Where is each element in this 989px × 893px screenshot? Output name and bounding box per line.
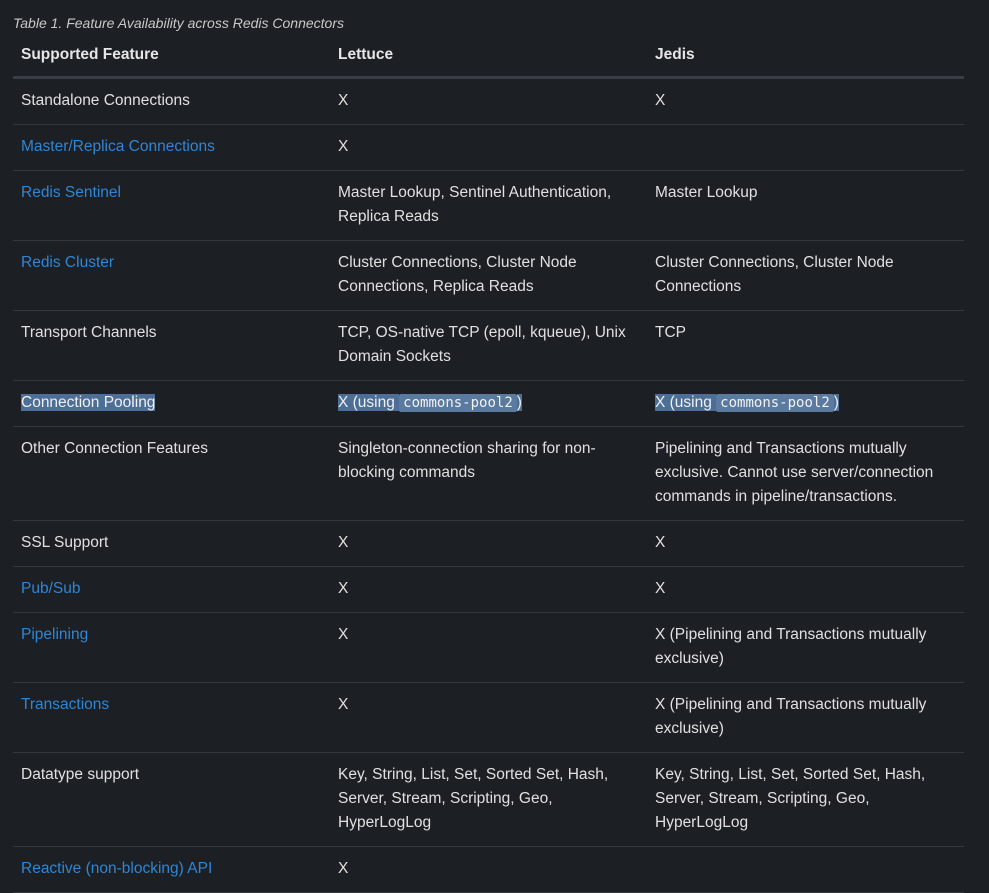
jedis-cell: X bbox=[647, 520, 964, 567]
feature-cell: Reactive (non-blocking) API bbox=[13, 846, 330, 893]
feature-cell: Pipelining bbox=[13, 612, 330, 683]
feature-link-pub-sub[interactable]: Pub/Sub bbox=[21, 580, 80, 597]
feature-cell: Transport Channels bbox=[13, 310, 330, 381]
lettuce-prefix: X (using bbox=[338, 394, 400, 411]
table-row: Master/Replica Connections X bbox=[13, 124, 964, 171]
feature-link-redis-sentinel[interactable]: Redis Sentinel bbox=[21, 184, 121, 201]
table-row-selected: Connection Pooling X (using commons-pool… bbox=[13, 380, 964, 427]
lettuce-cell: X bbox=[330, 846, 647, 893]
feature-cell: Master/Replica Connections bbox=[13, 124, 330, 171]
jedis-cell: X (using commons-pool2) bbox=[647, 380, 964, 427]
feature-label: Datatype support bbox=[21, 766, 140, 783]
table-caption: Table 1. Feature Availability across Red… bbox=[13, 15, 344, 31]
jedis-cell: Pipelining and Transactions mutually exc… bbox=[647, 426, 964, 521]
table-row: SSL Support X X bbox=[13, 520, 964, 567]
table-row: Standalone Connections X X bbox=[13, 77, 964, 125]
table-body: Standalone Connections X X Master/Replic… bbox=[13, 77, 964, 893]
feature-cell: Redis Sentinel bbox=[13, 170, 330, 241]
feature-cell: Datatype support bbox=[13, 752, 330, 847]
lettuce-cell: Key, String, List, Set, Sorted Set, Hash… bbox=[330, 752, 647, 847]
table-row: Transactions X X (Pipelining and Transac… bbox=[13, 682, 964, 753]
table-row: Datatype support Key, String, List, Set,… bbox=[13, 752, 964, 847]
feature-label: Transport Channels bbox=[21, 324, 157, 341]
lettuce-cell: X bbox=[330, 77, 647, 125]
feature-cell: Redis Cluster bbox=[13, 240, 330, 311]
feature-link-transactions[interactable]: Transactions bbox=[21, 696, 109, 713]
table-header: Supported Feature Lettuce Jedis bbox=[13, 46, 964, 79]
feature-cell: Pub/Sub bbox=[13, 566, 330, 613]
feature-table-container: Table 1. Feature Availability across Red… bbox=[13, 0, 964, 893]
header-jedis: Jedis bbox=[647, 46, 964, 79]
feature-cell: Transactions bbox=[13, 682, 330, 753]
lettuce-cell: Singleton-connection sharing for non-blo… bbox=[330, 426, 647, 521]
jedis-cell: Cluster Connections, Cluster Node Connec… bbox=[647, 240, 964, 311]
feature-link-redis-cluster[interactable]: Redis Cluster bbox=[21, 254, 114, 271]
lettuce-cell: X bbox=[330, 520, 647, 567]
lettuce-code: commons-pool2 bbox=[399, 394, 517, 412]
feature-link-pipelining[interactable]: Pipelining bbox=[21, 626, 88, 643]
lettuce-cell: X bbox=[330, 566, 647, 613]
lettuce-cell: Cluster Connections, Cluster Node Connec… bbox=[330, 240, 647, 311]
feature-cell: SSL Support bbox=[13, 520, 330, 567]
table-row: Redis Sentinel Master Lookup, Sentinel A… bbox=[13, 170, 964, 241]
feature-cell: Connection Pooling bbox=[13, 380, 330, 427]
table-row: Redis Cluster Cluster Connections, Clust… bbox=[13, 240, 964, 311]
lettuce-suffix: ) bbox=[516, 394, 522, 411]
feature-label: Other Connection Features bbox=[21, 440, 208, 457]
jedis-suffix: ) bbox=[833, 394, 839, 411]
feature-label: SSL Support bbox=[21, 534, 109, 551]
jedis-code: commons-pool2 bbox=[716, 394, 834, 412]
feature-link-reactive-api[interactable]: Reactive (non-blocking) API bbox=[21, 860, 212, 877]
header-supported-feature: Supported Feature bbox=[13, 46, 330, 79]
lettuce-cell: X (using commons-pool2) bbox=[330, 380, 647, 427]
jedis-cell: X (Pipelining and Transactions mutually … bbox=[647, 682, 964, 753]
lettuce-cell: X bbox=[330, 612, 647, 683]
feature-cell: Other Connection Features bbox=[13, 426, 330, 521]
header-lettuce: Lettuce bbox=[330, 46, 647, 79]
jedis-cell: X bbox=[647, 566, 964, 613]
header-row: Supported Feature Lettuce Jedis bbox=[13, 46, 964, 79]
jedis-cell bbox=[647, 846, 964, 893]
jedis-prefix: X (using bbox=[655, 394, 717, 411]
lettuce-cell: TCP, OS-native TCP (epoll, kqueue), Unix… bbox=[330, 310, 647, 381]
table-row: Pub/Sub X X bbox=[13, 566, 964, 613]
table-row: Transport Channels TCP, OS-native TCP (e… bbox=[13, 310, 964, 381]
lettuce-cell: X bbox=[330, 682, 647, 753]
feature-link-master-replica[interactable]: Master/Replica Connections bbox=[21, 138, 215, 155]
jedis-cell: Key, String, List, Set, Sorted Set, Hash… bbox=[647, 752, 964, 847]
feature-label: Standalone Connections bbox=[21, 92, 190, 109]
feature-cell: Standalone Connections bbox=[13, 77, 330, 125]
jedis-cell: TCP bbox=[647, 310, 964, 381]
jedis-cell bbox=[647, 124, 964, 171]
table-row: Reactive (non-blocking) API X bbox=[13, 846, 964, 893]
table-row: Pipelining X X (Pipelining and Transacti… bbox=[13, 612, 964, 683]
jedis-cell: Master Lookup bbox=[647, 170, 964, 241]
lettuce-cell: Master Lookup, Sentinel Authentication, … bbox=[330, 170, 647, 241]
jedis-cell: X (Pipelining and Transactions mutually … bbox=[647, 612, 964, 683]
jedis-cell: X bbox=[647, 77, 964, 125]
feature-availability-table: Supported Feature Lettuce Jedis Standalo… bbox=[13, 46, 964, 893]
table-row: Other Connection Features Singleton-conn… bbox=[13, 426, 964, 521]
lettuce-cell: X bbox=[330, 124, 647, 171]
feature-label-highlighted: Connection Pooling bbox=[21, 394, 156, 411]
